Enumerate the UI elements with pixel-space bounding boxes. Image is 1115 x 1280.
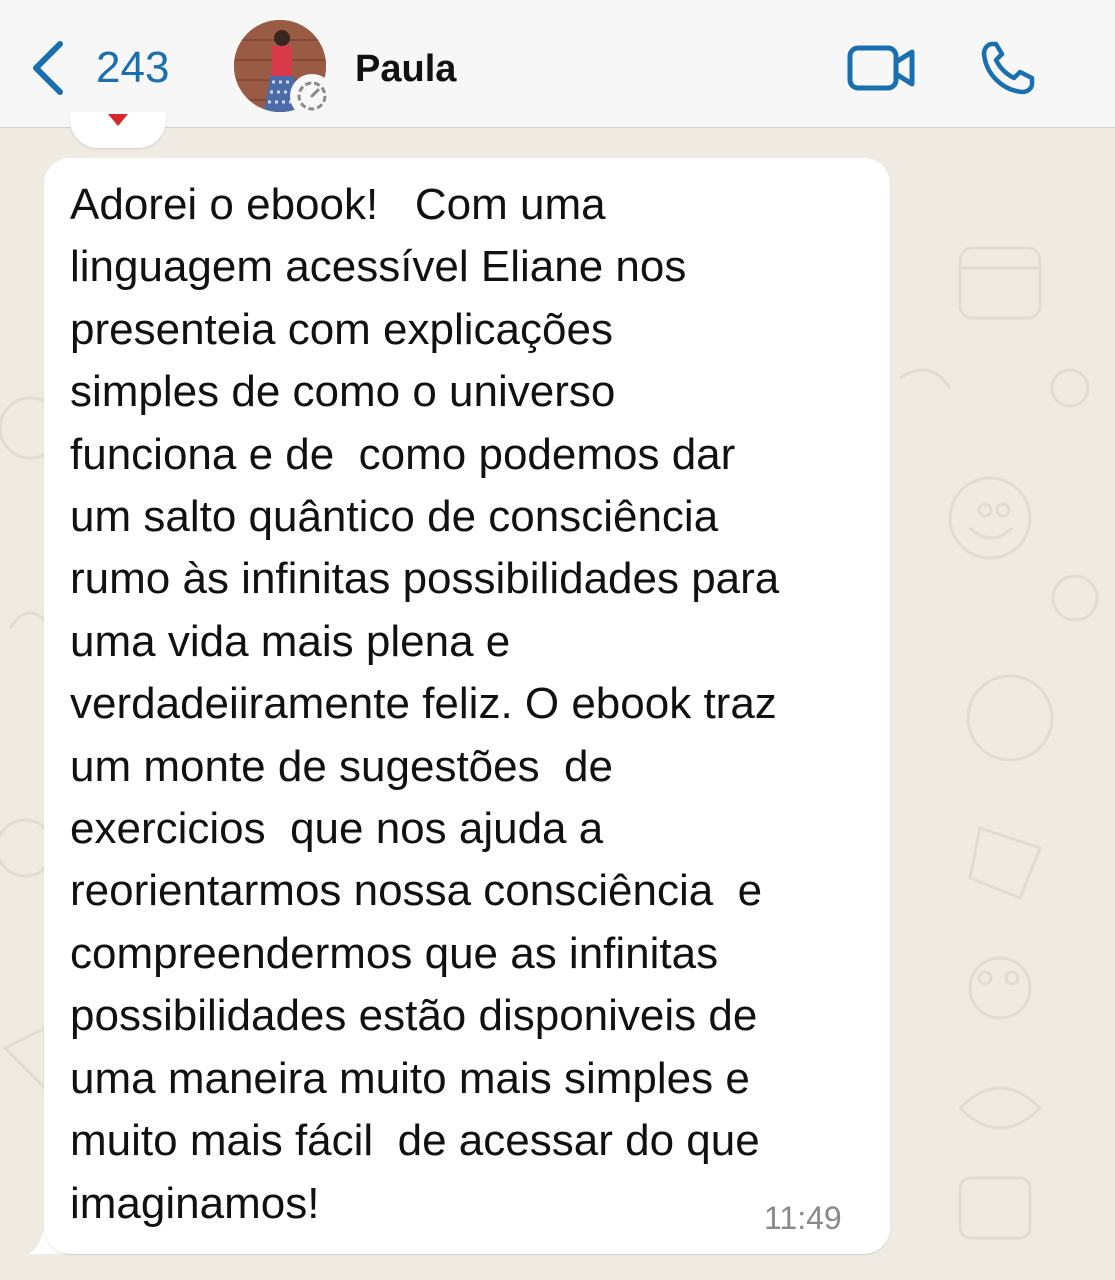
message-time: 11:49	[764, 1200, 842, 1236]
message-line: um monte de sugestões de	[70, 741, 613, 791]
message-line: reorientarmos nossa consciência e	[70, 866, 763, 916]
message-text: Adorei o ebook! Com uma linguagem acessív…	[70, 174, 870, 1235]
phone-icon	[981, 41, 1035, 95]
message-line: simples de como o universo	[70, 367, 616, 417]
message-line: uma maneira muito mais simples e	[70, 1053, 750, 1103]
message-line: Adorei o ebook! Com uma	[70, 180, 606, 229]
message-line: uma vida mais plena e	[70, 616, 511, 666]
back-button[interactable]	[28, 36, 68, 100]
video-camera-icon	[847, 45, 915, 91]
message-line: compreendermos que as infinitas	[70, 928, 719, 978]
reaction-badge[interactable]	[70, 112, 166, 148]
unread-count[interactable]: 243	[96, 40, 169, 96]
message-line: imaginamos!	[70, 1178, 320, 1228]
message-line: verdadeiiramente feliz. O ebook traz	[70, 679, 777, 729]
message-line: exercicios que nos ajuda a	[70, 804, 604, 854]
voice-call-button[interactable]	[978, 38, 1038, 103]
message-line: muito mais fácil de acessar do que	[70, 1116, 760, 1166]
heart-icon	[108, 114, 128, 126]
chat-header: 243 Paula	[0, 0, 1115, 128]
message-line: presenteia com explicações	[70, 304, 613, 354]
contact-name[interactable]: Paula	[355, 44, 456, 94]
message-line: funciona e de como podemos dar	[70, 429, 736, 479]
message-line: um salto quântico de consciência	[70, 492, 719, 542]
status-timer-icon	[290, 74, 334, 118]
chevron-left-icon	[33, 41, 63, 95]
message-line: linguagem acessível Eliane nos	[70, 242, 687, 292]
message-line: rumo às infinitas possibilidades para	[70, 554, 780, 604]
message-line: possibilidades estão disponiveis de	[70, 991, 758, 1041]
video-call-button[interactable]	[846, 44, 918, 97]
